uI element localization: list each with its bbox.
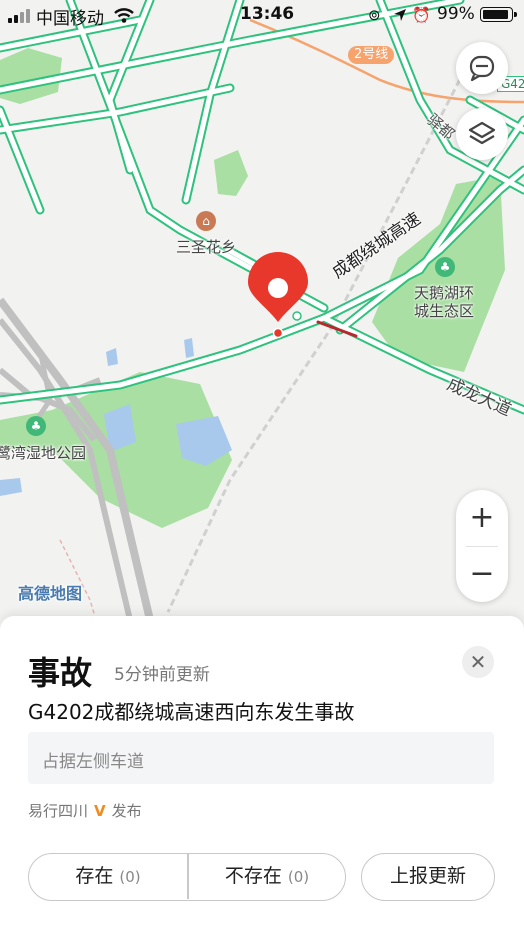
village-label: 三圣花乡 [176,238,237,256]
vote-not-exists-count: (0) [287,868,310,886]
vote-exists-label: 存在 [75,865,114,887]
metro-line-label: 2号线 [348,46,395,64]
signal-icon [8,9,34,23]
location-arrow-icon [394,9,406,21]
source-name: 易行四川 [28,802,89,820]
vote-exists-count: (0) [119,868,141,886]
detail-text: 占据左侧车道 [42,752,144,772]
source-line: 易行四川 V 发布 [28,800,142,821]
event-title: 事故 [28,654,93,692]
chat-button[interactable] [456,42,508,94]
lock-rotation-icon: ⊚ [368,6,381,24]
battery-percent: 99% [437,4,475,24]
layers-icon [468,121,496,145]
zoom-control: + − [456,490,508,602]
vote-not-exists-label: 不存在 [224,865,282,887]
vote-not-exists-button[interactable]: 不存在 (0) [188,854,346,899]
park-label-east: 天鹅湖环 城生态区 [414,284,475,320]
battery-icon [480,7,517,22]
status-bar: 中国移动 13:46 ⊚ ⏰ 99% [0,0,524,30]
close-button[interactable]: ✕ [462,646,494,678]
park-icon-west: ♣ [26,416,46,436]
zoom-out-button[interactable]: − [456,546,508,602]
zoom-in-button[interactable]: + [456,490,508,546]
clock: 13:46 [240,4,295,24]
source-suffix: 发布 [111,802,142,820]
incident-panel: 事故 5分钟前更新 ✕ G4202成都绕城高速西向东发生事故 占据左侧车道 易行… [0,616,524,931]
update-time: 5分钟前更新 [114,665,210,685]
event-description: G4202成都绕城高速西向东发生事故 [28,700,355,724]
vote-exists-button[interactable]: 存在 (0) [29,854,187,899]
vote-group: 存在 (0) 不存在 (0) [28,853,346,901]
detail-box: 占据左侧车道 [28,732,494,784]
map-view[interactable]: 2号线 驿都 G4202 成都绕城高速 ⌂ 三圣花乡 ♣ 天鹅湖环 城生态区 成… [0,0,524,620]
brand-watermark: 高德地图 [18,584,83,603]
village-icon: ⌂ [196,211,216,231]
report-update-button[interactable]: 上报更新 [361,853,495,901]
wifi-icon [114,8,134,23]
alarm-icon: ⏰ [412,6,431,24]
layers-button[interactable] [456,108,508,160]
message-icon [469,55,495,82]
park-label-west: 鹭湾湿地公园 [0,444,87,462]
verified-badge: V [94,802,106,820]
park-icon-east: ♣ [435,257,455,277]
carrier-name: 中国移动 [36,9,104,29]
